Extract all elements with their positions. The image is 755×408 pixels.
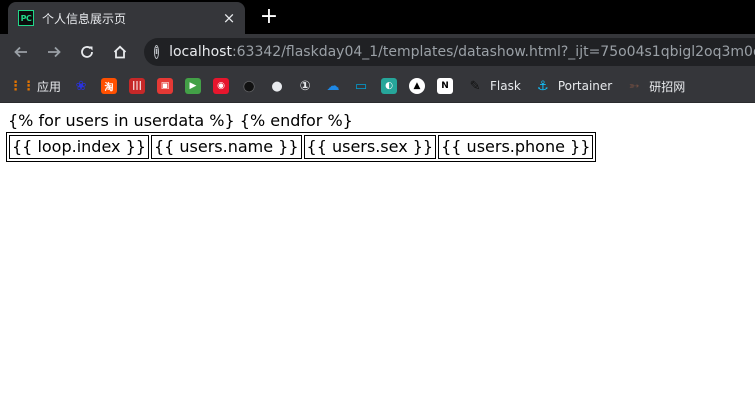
table-cell-name: {{ users.name }}: [150, 135, 302, 159]
bookmark-item[interactable]: ●: [269, 74, 285, 98]
bilibili-tv-icon: ▭: [354, 78, 368, 94]
bookmark-item[interactable]: ①: [297, 74, 313, 98]
chsi-icon: ➳: [628, 78, 640, 94]
bookmark-item[interactable]: 淘: [101, 74, 118, 98]
bookmark-label: Portainer: [557, 79, 613, 93]
back-arrow-icon: [14, 46, 27, 58]
tab-active[interactable]: PC 个人信息展示页 ×: [8, 2, 245, 34]
bookmark-item[interactable]: ▶: [185, 74, 202, 98]
reload-button[interactable]: [73, 38, 101, 66]
tab-strip: PC 个人信息展示页 × +: [0, 0, 755, 34]
reload-icon: [81, 46, 93, 58]
bookmark-item[interactable]: ▲: [409, 74, 426, 98]
forward-button[interactable]: [40, 38, 68, 66]
bookmark-item[interactable]: ➳ 研招网: [626, 74, 685, 98]
bookmark-label: Flask: [490, 79, 521, 93]
taobao-icon: 淘: [101, 78, 118, 94]
portainer-icon: ⚓: [536, 78, 549, 94]
bookmark-item[interactable]: ⚓ Portainer: [535, 74, 612, 98]
user-table: {{ loop.index }} {{ users.name }} {{ use…: [6, 132, 597, 162]
apps-grid-icon: ⋮⋮: [9, 78, 35, 94]
url-text: localhost:63342/flaskday04_1/templates/d…: [169, 44, 755, 60]
bookmark-item[interactable]: ✎ Flask: [467, 74, 521, 98]
circle-letter-icon: ①: [299, 78, 311, 94]
new-tab-button[interactable]: +: [258, 5, 280, 29]
template-loop-text: {% for users in userdata %} {% endfor %}: [8, 111, 353, 130]
close-tab-icon[interactable]: ×: [219, 9, 239, 27]
bookmark-item[interactable]: ❀: [73, 74, 89, 98]
bookmarks-bar: ⋮⋮ 应用 ❀ 淘 ||| ▣ ▶ ◉ ● ● ① ☁ ▭ ◐ ▲ N ✎ Flask ⚓ Portainer ➳ 研招网: [0, 70, 755, 103]
bookmark-item[interactable]: N: [437, 74, 454, 98]
bookmark-label: 应用: [37, 79, 62, 94]
bookmark-item[interactable]: ▣: [157, 74, 174, 98]
table-row: {{ loop.index }} {{ users.name }} {{ use…: [9, 135, 594, 159]
url-host: localhost: [169, 44, 232, 60]
cloud-outline-icon: ☁: [326, 78, 340, 94]
triangle-icon: ▲: [409, 78, 426, 94]
edge-icon: ◐: [381, 78, 398, 94]
page-content: {% for users in userdata %} {% endfor %}…: [0, 103, 755, 170]
toolbar: i localhost:63342/flaskday04_1/templates…: [0, 34, 755, 70]
forward-arrow-icon: [48, 46, 61, 58]
bookmark-item[interactable]: |||: [129, 74, 146, 98]
red-bars-icon: |||: [129, 78, 146, 94]
bookmark-item[interactable]: ◉: [213, 74, 230, 98]
bookmark-item[interactable]: ⋮⋮ 应用: [9, 74, 62, 98]
home-icon: [113, 45, 127, 59]
notion-icon: N: [437, 78, 454, 94]
flask-icon: ✎: [469, 78, 481, 94]
github-icon: ●: [271, 78, 283, 94]
bookmark-item[interactable]: ◐: [381, 74, 398, 98]
address-bar[interactable]: i localhost:63342/flaskday04_1/templates…: [144, 38, 755, 66]
table-cell-sex: {{ users.sex }}: [303, 135, 437, 159]
bilibili-red-icon: ▣: [157, 78, 174, 94]
table-cell-index: {{ loop.index }}: [9, 135, 149, 159]
table-cell-phone: {{ users.phone }}: [438, 135, 594, 159]
weibo-icon: ◉: [213, 78, 230, 94]
bookmark-item[interactable]: ▭: [353, 74, 369, 98]
home-button[interactable]: [106, 38, 134, 66]
pycharm-favicon-icon: PC: [18, 10, 34, 26]
tab-title: 个人信息展示页: [42, 11, 127, 26]
baidu-paw-icon: ❀: [75, 78, 87, 94]
url-path: :63342/flaskday04_1/templates/datashow.h…: [231, 44, 755, 60]
site-info-icon[interactable]: i: [154, 45, 160, 59]
bookmark-label: 研招网: [649, 79, 686, 94]
bookmark-item[interactable]: ☁: [325, 74, 341, 98]
black-circle-icon: ●: [243, 78, 255, 94]
back-button[interactable]: [7, 38, 35, 66]
browser-chrome: PC 个人信息展示页 × + i localhost:63342/flaskda…: [0, 0, 755, 103]
bookmark-item[interactable]: ●: [241, 74, 257, 98]
cloud-play-icon: ▶: [185, 78, 202, 94]
